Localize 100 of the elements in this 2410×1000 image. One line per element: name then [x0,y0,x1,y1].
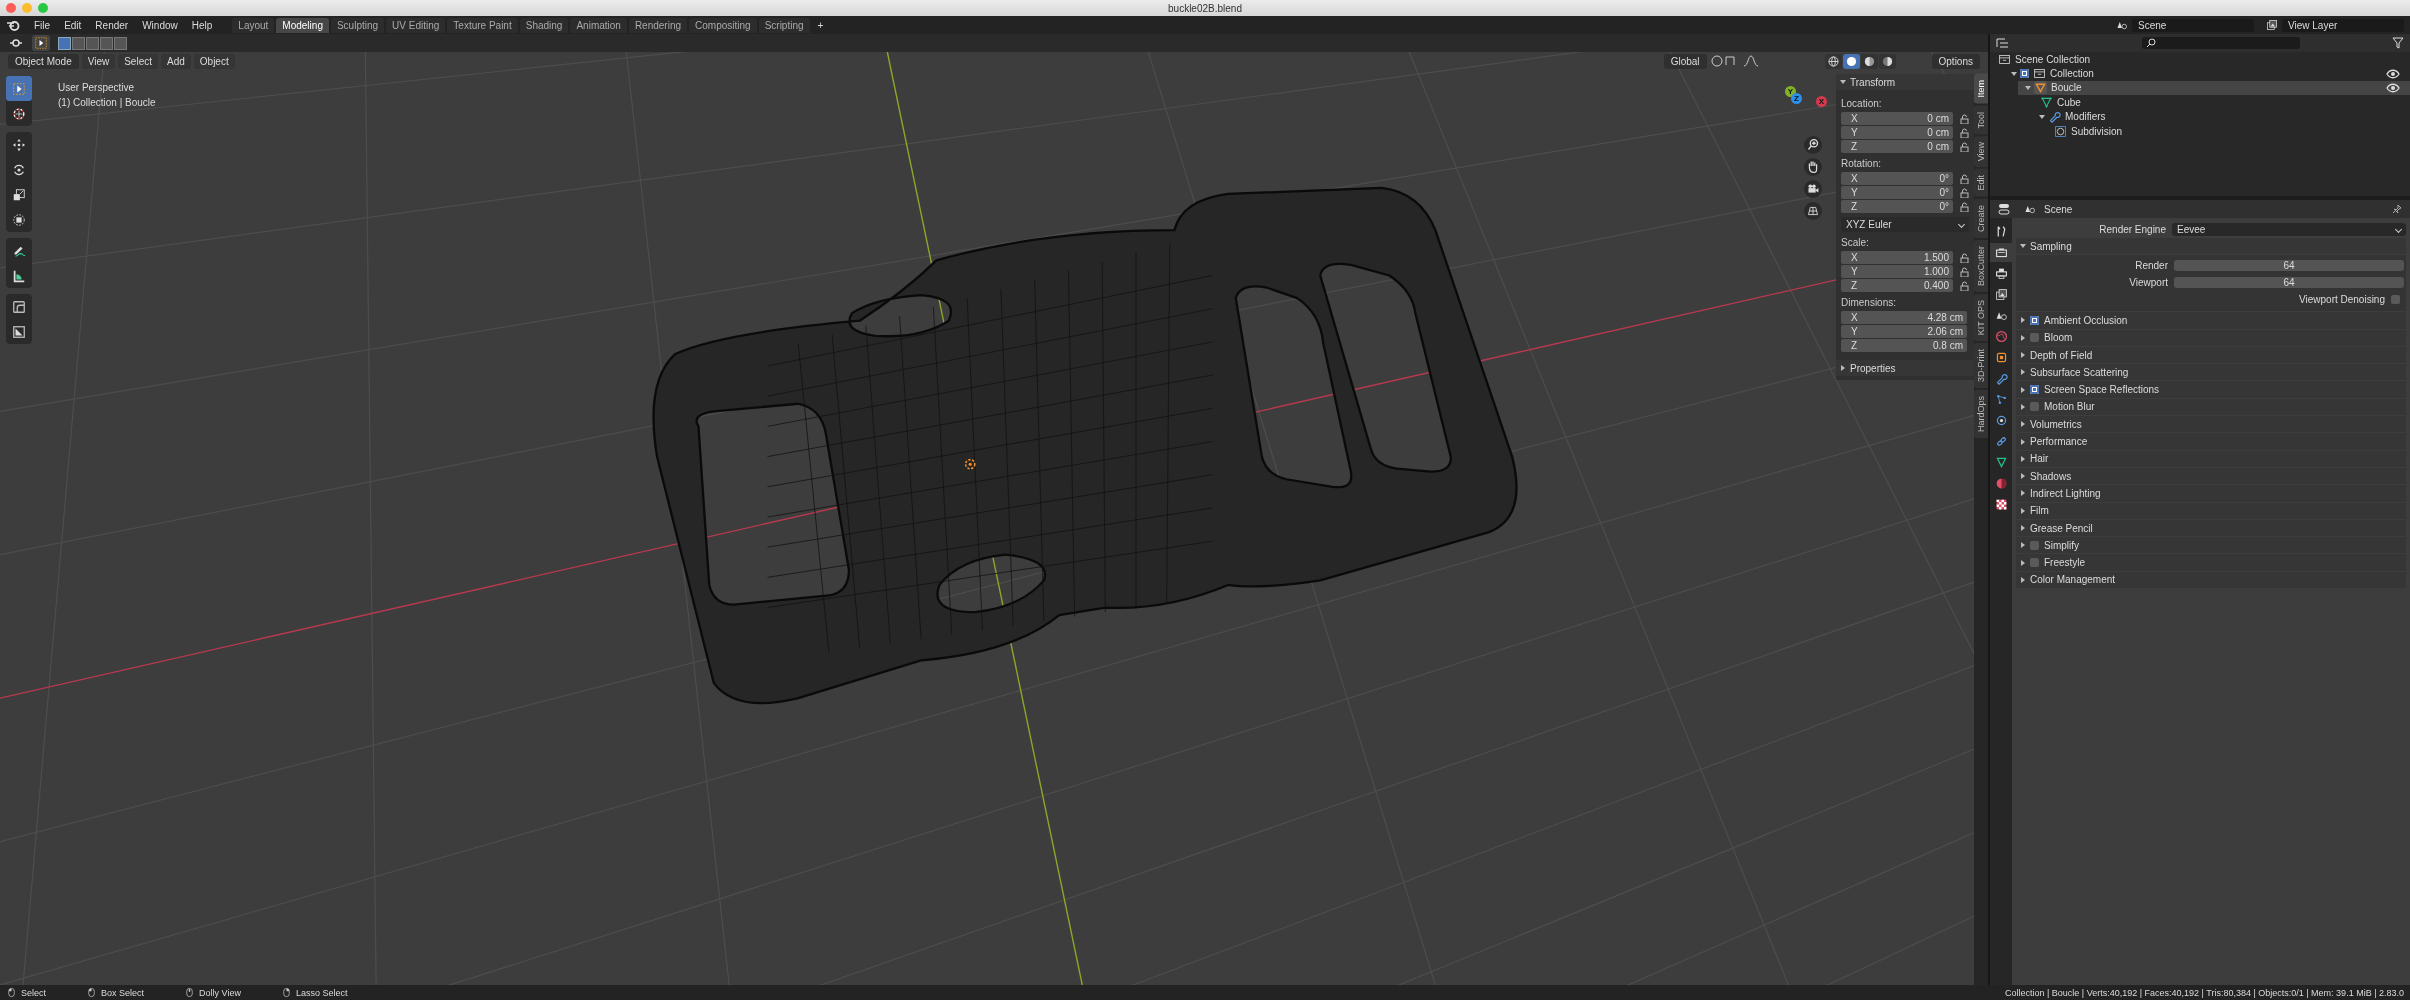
panel-header[interactable]: Indirect Lighting [2016,485,2406,502]
render-engine-dropdown[interactable]: Eevee [2172,222,2406,236]
expand-arrow-icon[interactable] [2021,542,2025,549]
eye-icon[interactable] [2386,68,2400,79]
expand-arrow-icon[interactable] [2021,576,2025,583]
lock-icon[interactable] [1960,252,1969,263]
checkbox[interactable] [2030,402,2039,412]
panel-header[interactable]: Shadows [2016,467,2406,485]
panel-header[interactable]: Transform [1836,74,1974,90]
selection-mode-button[interactable] [86,36,99,50]
sidebar-tab[interactable]: HardOps [1974,390,1988,439]
selection-mode-button[interactable] [114,36,127,50]
panel-header[interactable]: Performance [2016,433,2406,450]
lock-icon[interactable] [1960,266,1969,277]
eye-icon[interactable] [2386,82,2400,93]
selection-mode-button[interactable] [72,36,85,50]
axis-ball[interactable]: Z [1791,93,1802,104]
menu-item[interactable]: Help [185,17,219,33]
checkbox[interactable] [2391,294,2400,304]
number-field[interactable]: Z 0.8 cm [1841,339,1967,352]
number-field[interactable]: Z 0.400 [1841,279,1953,292]
panel-header[interactable]: Volumetrics [2016,416,2406,433]
menu-item[interactable]: Render [89,17,135,33]
expand-arrow-icon[interactable] [2021,525,2025,531]
outliner-row[interactable]: Scene Collection [1990,52,2410,67]
lock-icon[interactable] [1960,127,1969,138]
number-field[interactable]: X 4.28 cm [1841,311,1967,324]
number-field[interactable]: Y 1.000 [1841,265,1953,278]
panel-header[interactable]: Screen Space Reflections [2016,381,2406,398]
workspace-tab[interactable]: UV Editing [386,17,446,33]
rotation-mode-dropdown[interactable]: XYZ Euler [1841,217,1969,232]
orientation-dropdown[interactable]: Global [1663,53,1707,69]
panel-header[interactable]: Freestyle [2016,554,2406,571]
grid-icon[interactable] [1804,202,1822,220]
number-field[interactable]: Y 2.06 cm [1841,325,1967,338]
sidebar-tab[interactable]: Edit [1974,169,1988,197]
panel-header[interactable]: Sampling [2016,238,2406,255]
editor-type-icon[interactable] [8,37,24,49]
workspace-tab[interactable]: Animation [570,17,627,33]
workspace-tab[interactable]: Modeling [276,17,329,33]
lock-icon[interactable] [1960,173,1969,184]
menu-item[interactable]: File [28,17,57,33]
panel-header[interactable]: Grease Pencil [2016,519,2406,537]
expand-arrow-icon[interactable] [2021,490,2025,497]
checkbox[interactable] [2030,385,2039,395]
viewport-menu[interactable]: View [81,53,116,69]
filter-icon[interactable] [2392,37,2404,49]
outliner-row[interactable]: Subdivision [2046,123,2410,139]
expand-arrow-icon[interactable] [1840,80,1846,84]
outliner-row[interactable]: Cube [2032,95,2410,110]
number-field[interactable]: Y 0° [1841,186,1953,199]
zoom-icon[interactable] [1804,136,1822,154]
expand-arrow-icon[interactable] [2021,507,2025,514]
outliner-row[interactable]: Boucle [2018,80,2410,96]
selection-mode-button[interactable] [58,36,71,50]
expand-arrow-icon[interactable] [2020,244,2026,249]
lock-icon[interactable] [1960,201,1969,212]
lock-icon[interactable] [1960,141,1969,152]
outliner-row[interactable]: Collection [2004,66,2410,81]
panel-header[interactable]: Film [2016,502,2406,519]
workspace-tab[interactable]: Scripting [758,17,810,33]
workspace-tab[interactable]: Layout [232,17,275,33]
panel-header[interactable]: Motion Blur [2016,398,2406,416]
expand-arrow-icon[interactable] [2021,559,2025,566]
sidebar-tab[interactable]: BoxCutter [1974,239,1988,292]
panel-header[interactable]: Color Management [2016,571,2406,589]
lock-icon[interactable] [1960,187,1969,198]
workspace-tab[interactable]: Rendering [628,17,688,33]
sidebar-tab[interactable]: Create [1974,198,1988,238]
app-logo-icon[interactable] [6,19,20,31]
shading-mode-button[interactable] [1824,53,1842,69]
checkbox[interactable] [2030,558,2039,568]
number-field[interactable]: Y 0 cm [1841,126,1953,139]
shading-mode-button[interactable] [1878,53,1896,69]
checkbox[interactable] [2030,540,2039,550]
active-tool-button[interactable] [32,35,50,51]
number-field[interactable]: X 0 cm [1841,112,1953,125]
workspace-tab[interactable]: Sculpting [330,17,385,33]
checkbox[interactable] [2030,333,2039,343]
workspace-tab[interactable]: Shading [519,17,569,33]
sidebar-tab[interactable]: 3D-Print [1974,343,1988,389]
expand-arrow-icon[interactable] [2021,317,2025,324]
panel-header[interactable]: Ambient Occlusion [2016,312,2406,329]
proportional-edit-icon[interactable] [1742,54,1759,68]
add-workspace-button[interactable]: + [811,17,830,33]
expand-arrow-icon[interactable] [2021,438,2025,445]
viewport-menu[interactable]: Select [118,53,158,69]
panel-header[interactable]: Bloom [2016,329,2406,346]
sidebar-tab[interactable]: View [1974,136,1988,168]
panel-header[interactable]: Hair [2016,450,2406,467]
options-dropdown[interactable]: Options [1931,53,1980,69]
number-field[interactable]: 64 [2174,259,2404,271]
menu-item[interactable]: Window [136,17,184,33]
viewport-menu[interactable]: Object [193,53,235,69]
axis-ball[interactable]: X [1816,96,1827,107]
workspace-tab[interactable]: Compositing [689,17,757,33]
panel-header[interactable]: Depth of Field [2016,346,2406,364]
shading-mode-button[interactable] [1860,53,1878,69]
expand-arrow-icon[interactable] [2021,455,2025,462]
panel-header[interactable]: Subsurface Scattering [2016,364,2406,381]
